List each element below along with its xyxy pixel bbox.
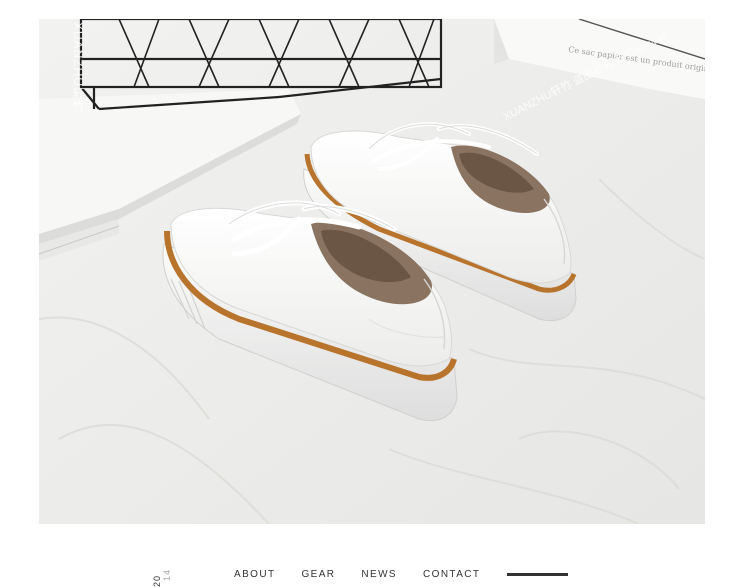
year-label: 2014 (152, 562, 172, 587)
product-photo: Ce sac papier est un produit originaire (39, 19, 705, 524)
nav-item-news[interactable]: NEWS (361, 569, 397, 580)
page: Ce sac papier est un produit originaire … (0, 0, 750, 587)
nav-underline-bar (507, 573, 569, 576)
year-top: 20 (152, 574, 162, 587)
year-bottom: 14 (162, 568, 172, 581)
sneakers-photo-illustration (39, 19, 705, 524)
nav-item-gear[interactable]: GEAR (301, 569, 335, 580)
brand-watermark-vertical: XUANZHU轩竹 (71, 22, 85, 114)
footer-nav: ABOUT GEAR NEWS CONTACT (234, 569, 569, 580)
nav-item-about[interactable]: ABOUT (234, 569, 275, 580)
nav-item-contact[interactable]: CONTACT (423, 569, 480, 580)
footer-nav-bar: 2014 ABOUT GEAR NEWS CONTACT (0, 540, 750, 587)
